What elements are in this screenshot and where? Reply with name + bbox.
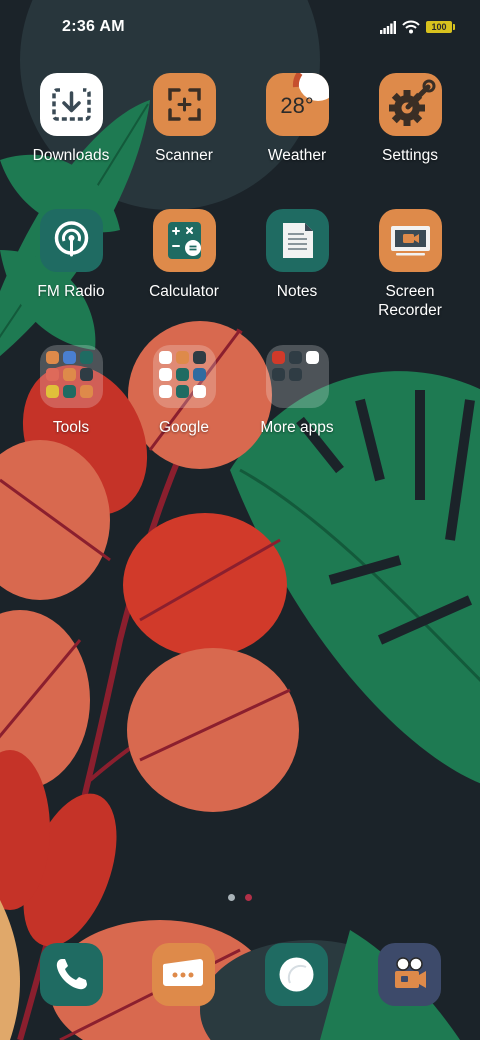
status-bar: 2:36 AM 100	[0, 0, 480, 56]
google-folder-icon	[152, 345, 216, 408]
themes-mini-icon	[45, 368, 59, 381]
messages-icon	[162, 959, 203, 986]
page-indicator	[0, 894, 480, 901]
tools-folder-icon	[39, 345, 103, 408]
dock-phone[interactable]	[40, 943, 103, 1006]
app-notes[interactable]: Notes	[241, 209, 353, 301]
page-dot-1[interactable]	[228, 894, 235, 901]
google-mini-icon	[158, 351, 172, 364]
dock-messages[interactable]	[152, 943, 215, 1006]
phone-icon	[56, 959, 87, 990]
app-label-downloads: Downloads	[32, 147, 110, 164]
duo-mini-icon	[175, 385, 189, 398]
mini-app-icon	[288, 368, 302, 381]
app-label-scanner: Scanner	[155, 147, 213, 164]
screen-recorder-icon	[378, 209, 442, 272]
app-weather[interactable]: 28° Weather	[241, 73, 353, 165]
folder-label-more-apps: More apps	[260, 419, 334, 436]
folder-tools[interactable]: Tools	[15, 345, 127, 437]
mini-app-icon	[62, 385, 76, 398]
weather-icon: 28°	[265, 73, 329, 136]
folder-label-google: Google	[159, 419, 209, 436]
maps-mini-icon	[158, 368, 172, 381]
wifi-icon	[402, 20, 420, 34]
calculator-icon	[152, 209, 216, 272]
settings-icon	[378, 73, 442, 136]
folder-google[interactable]: Google	[128, 345, 240, 437]
drive-mini-icon	[192, 368, 206, 381]
page-dot-2[interactable]	[245, 894, 252, 901]
gallery-mini-icon	[79, 351, 93, 364]
mini-app-icon	[305, 351, 319, 364]
linkedin-mini-icon	[271, 368, 285, 381]
camera-mini-icon	[45, 351, 59, 364]
compass-mini-icon	[62, 351, 76, 364]
mini-app-icon	[192, 385, 206, 398]
mini-app-icon	[79, 368, 93, 381]
app-label-screen-recorder: Screen Recorder	[354, 282, 466, 320]
mini-app-icon	[79, 385, 93, 398]
screen-recorder-line1: Screen	[385, 283, 435, 300]
facebook-mini-icon	[288, 351, 302, 364]
mini-app-icon	[45, 385, 59, 398]
youtube-mini-icon	[175, 368, 189, 381]
notes-icon	[265, 209, 329, 272]
mini-app-icon	[62, 368, 76, 381]
app-calculator[interactable]: Calculator	[128, 209, 240, 301]
screen-recorder-line2: Recorder	[378, 302, 442, 319]
status-icons: 100	[380, 18, 455, 36]
weather-temperature: 28°	[280, 93, 314, 118]
downloads-icon	[39, 73, 103, 136]
dock-browser[interactable]	[265, 943, 328, 1006]
app-downloads[interactable]: Downloads	[15, 73, 127, 165]
browser-icon	[279, 957, 314, 992]
fm-radio-icon	[39, 209, 103, 272]
chrome-mini-icon	[192, 351, 206, 364]
app-label-weather: Weather	[267, 147, 327, 164]
app-label-calculator: Calculator	[149, 283, 219, 300]
app-screen-recorder[interactable]: Screen Recorder	[354, 209, 466, 320]
app-label-settings: Settings	[381, 147, 438, 164]
amazon-mini-icon	[271, 351, 285, 364]
more-apps-folder-icon	[265, 345, 329, 408]
status-time: 2:36 AM	[62, 18, 125, 35]
app-settings[interactable]: Settings	[354, 73, 466, 165]
app-label-notes: Notes	[276, 283, 318, 300]
scanner-icon	[152, 73, 216, 136]
camera-icon	[395, 957, 426, 988]
app-label-fm-radio: FM Radio	[37, 283, 105, 300]
folder-more-apps[interactable]: More apps	[241, 345, 353, 437]
app-fm-radio[interactable]: FM Radio	[15, 209, 127, 301]
photos-mini-icon	[158, 385, 172, 398]
dock-camera[interactable]	[378, 943, 441, 1006]
signal-icon	[380, 20, 396, 34]
folder-label-tools: Tools	[52, 419, 90, 436]
battery-level: 100	[431, 22, 447, 32]
gmail-mini-icon	[175, 351, 189, 364]
app-scanner[interactable]: Scanner	[128, 73, 240, 165]
battery-icon: 100	[426, 21, 455, 33]
